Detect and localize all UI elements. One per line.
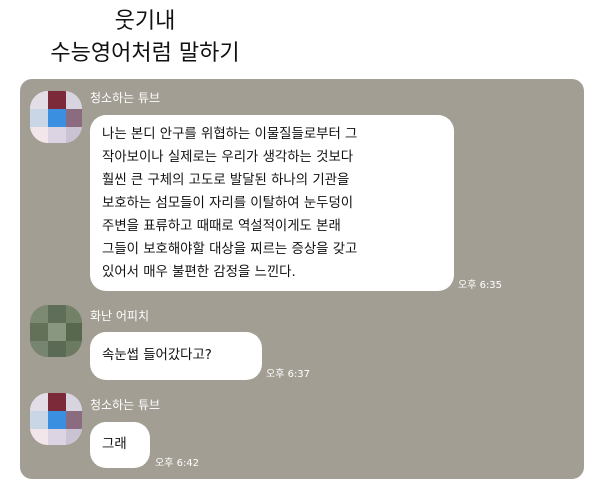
message-timestamp: 오후 6:35: [458, 280, 503, 291]
avatar-blurred[interactable]: [30, 91, 82, 143]
message-line: 주변을 표류하고 때때로 역설적이게도 본래: [102, 219, 341, 234]
message-line: 그들이 보호해야할 대상을 찌르는 증상을 갖고: [102, 242, 358, 257]
message-line: 훨씬 큰 구체의 고도로 발달된 하나의 기관을: [102, 173, 350, 188]
sender-name: 화난 어피치: [90, 309, 150, 323]
message-bubble[interactable]: 그래: [90, 422, 150, 468]
message-line: 속눈썹 들어갔다고?: [102, 348, 212, 363]
message-line: 보호하는 섬모들이 자리를 이탈하여 눈두덩이: [102, 196, 354, 211]
post-subtitle: 수능영어처럼 말하기: [50, 41, 240, 66]
message-bubble[interactable]: 속눈썹 들어갔다고?: [90, 332, 262, 380]
avatar-blurred[interactable]: [30, 393, 82, 445]
avatar-blurred[interactable]: [30, 305, 82, 357]
message-line: 나는 본디 안구를 위협하는 이물질들로부터 그: [102, 127, 358, 142]
message-timestamp: 오후 6:37: [266, 369, 311, 380]
sender-name: 청소하는 튜브: [90, 91, 161, 105]
message-timestamp: 오후 6:42: [155, 458, 200, 469]
message-line: 작아보이나 실제로는 우리가 생각하는 것보다: [102, 150, 354, 165]
message-line: 있어서 매우 불편한 감정을 느낀다.: [102, 265, 296, 280]
message-bubble[interactable]: 나는 본디 안구를 위협하는 이물질들로부터 그 작아보이나 실제로는 우리가 …: [90, 115, 454, 291]
post-title: 웃기내: [114, 9, 176, 34]
message-line: 그래: [102, 437, 127, 452]
sender-name: 청소하는 튜브: [90, 398, 161, 412]
chat-screenshot: 청소하는 튜브 나는 본디 안구를 위협하는 이물질들로부터 그 작아보이나 실…: [20, 79, 584, 479]
